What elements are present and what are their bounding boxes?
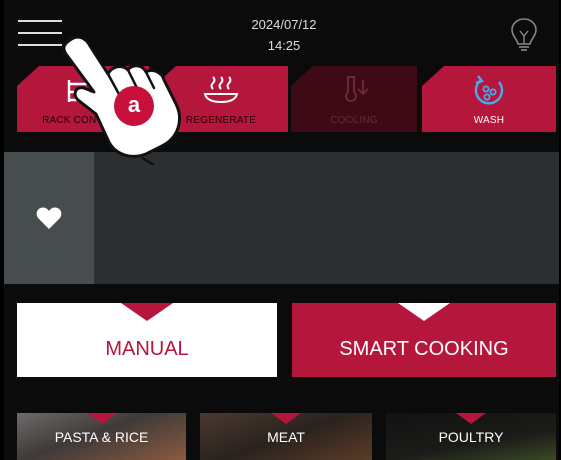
category-label: MEAT [267,429,305,445]
steam-plate-icon [203,76,239,104]
tab-wash[interactable]: WASH [422,66,556,132]
tab-label: WASH [473,115,505,126]
date-text: 2024/07/12 [251,17,317,32]
clock: 2024/07/12 14:25 [204,14,364,56]
tab-cooling[interactable]: COOLING [291,66,417,132]
tab-label: COOLING [330,115,378,126]
thermometer-down-icon [345,76,369,102]
manual-label: MANUAL [105,338,189,360]
manual-mode-button[interactable]: MANUAL [17,303,277,377]
category-pasta-rice[interactable]: PASTA & RICE [17,413,186,460]
category-meat[interactable]: MEAT [200,413,372,460]
tutorial-step-badge: a [114,86,154,126]
heart-icon [36,207,62,229]
time-text: 14:25 [267,38,301,53]
category-poultry[interactable]: POULTRY [386,413,556,460]
favorites-button[interactable] [4,152,94,284]
smart-cooking-button[interactable]: SMART COOKING [292,303,556,377]
hamburger-menu-icon [18,20,62,22]
favorites-panel [4,152,559,284]
help-button[interactable] [509,17,539,53]
oven-control-screen: 2024/07/12 14:25 RACK CONTROL REGENERATE [4,0,559,460]
category-label: PASTA & RICE [54,429,149,445]
lightbulb-icon [511,18,537,51]
smart-cooking-label: SMART COOKING [339,338,509,360]
wash-cycle-icon [474,75,504,105]
category-label: POULTRY [438,429,504,445]
